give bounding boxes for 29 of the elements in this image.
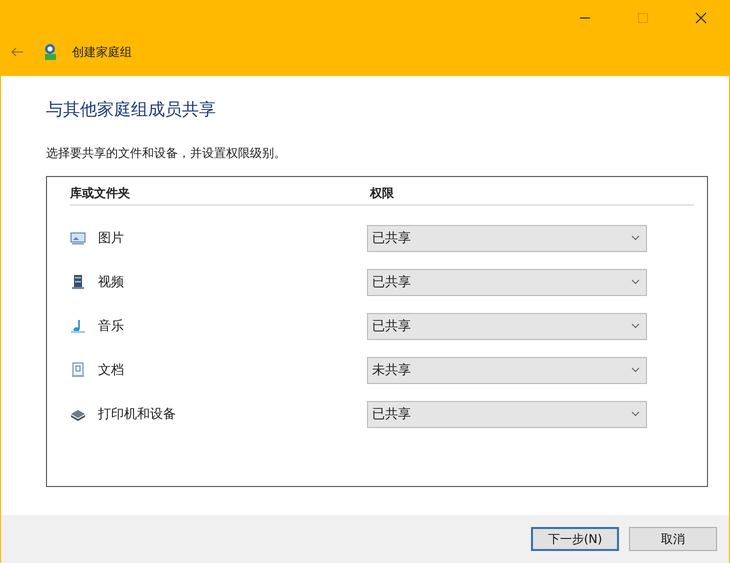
document-icon [70,362,86,378]
library-name: 打印机和设备 [98,406,176,423]
chevron-down-icon [631,367,640,373]
library-name: 视频 [98,274,124,291]
close-icon [695,12,707,24]
library-name: 文档 [98,362,124,379]
music-note-icon [70,318,86,334]
dialog-button[interactable]: 取消 [629,527,717,551]
film-icon [70,274,86,290]
permission-dropdown[interactable]: 已共享 [367,268,647,296]
column-header: 权限 [370,185,394,202]
chevron-down-icon [631,411,640,417]
permission-dropdown[interactable]: 已共享 [367,312,647,340]
chevron-down-icon [631,323,640,329]
description-text: 选择要共享的文件和设备，并设置权限级别。 [46,145,287,162]
library-name: 图片 [98,230,124,247]
page-heading: 与其他家庭组成员共享 [46,99,217,121]
picture-icon [70,230,86,246]
column-header: 库或文件夹 [70,185,131,202]
library-name: 音乐 [98,318,124,335]
permission-dropdown[interactable]: 已共享 [367,400,647,428]
back-arrow-icon[interactable] [10,47,24,57]
chevron-down-icon [631,279,640,285]
permission-dropdown[interactable]: 已共享 [367,224,647,252]
maximize-icon [637,12,649,24]
window-title: 创建家庭组 [72,44,132,60]
chevron-down-icon [631,235,640,241]
dialog-button[interactable]: 下一步(N) [531,527,619,551]
permission-dropdown[interactable]: 未共享 [367,356,647,384]
